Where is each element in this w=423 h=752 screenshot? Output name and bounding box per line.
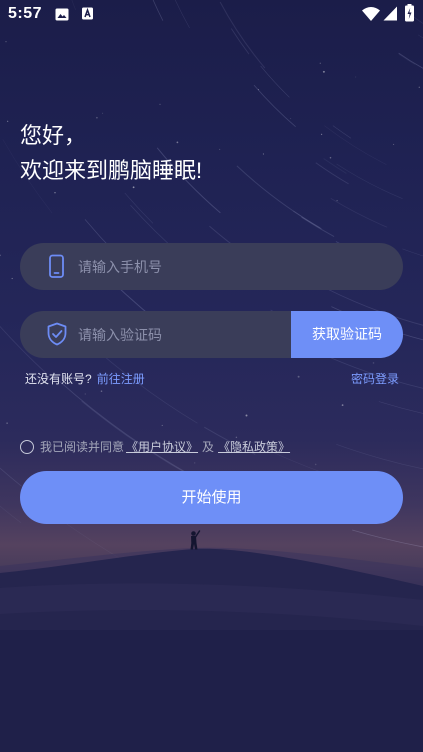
person-silhouette	[190, 530, 201, 550]
image-icon	[55, 8, 69, 21]
greeting: 您好， 欢迎来到鹏脑睡眠!	[20, 118, 202, 188]
privacy-policy-link[interactable]: 《隐私政策》	[218, 440, 290, 454]
signal-icon	[383, 6, 397, 21]
battery-charging-icon	[405, 4, 414, 22]
phone-input[interactable]	[78, 243, 378, 290]
register-row: 还没有账号? 前往注册	[25, 371, 145, 387]
text-a-icon	[82, 7, 93, 20]
agreement-text: 我已阅读并同意 《用户协议》及《隐私政策》	[40, 439, 290, 455]
register-link[interactable]: 前往注册	[97, 372, 145, 386]
start-button[interactable]: 开始使用	[20, 471, 403, 524]
verification-code-field[interactable]: 获取验证码	[20, 311, 403, 358]
phone-field[interactable]	[20, 243, 403, 290]
ground	[0, 630, 423, 752]
user-agreement-link[interactable]: 《用户协议》	[126, 440, 198, 454]
register-prompt: 还没有账号?	[25, 372, 92, 386]
agreement-radio[interactable]	[20, 440, 34, 454]
password-login-link[interactable]: 密码登录	[351, 371, 399, 387]
phone-icon	[49, 254, 64, 278]
agreement-prefix: 我已阅读并同意	[40, 440, 125, 454]
greeting-welcome-title: 欢迎来到鹏脑睡眠!	[20, 158, 203, 183]
agreement-conjunction: 及	[202, 440, 215, 454]
login-screen: 5:57 您好， 欢迎来到鹏脑睡眠! 请输入手机号 请输入验证码 获取验证码 还…	[0, 0, 423, 752]
status-time: 5:57	[8, 5, 43, 22]
get-code-button[interactable]: 获取验证码	[291, 311, 403, 358]
verification-code-input[interactable]	[78, 311, 288, 358]
wifi-icon	[362, 7, 380, 21]
shield-check-icon	[47, 322, 67, 346]
status-bar: 5:57	[0, 0, 423, 28]
greeting-hello: 您好，	[20, 123, 87, 148]
